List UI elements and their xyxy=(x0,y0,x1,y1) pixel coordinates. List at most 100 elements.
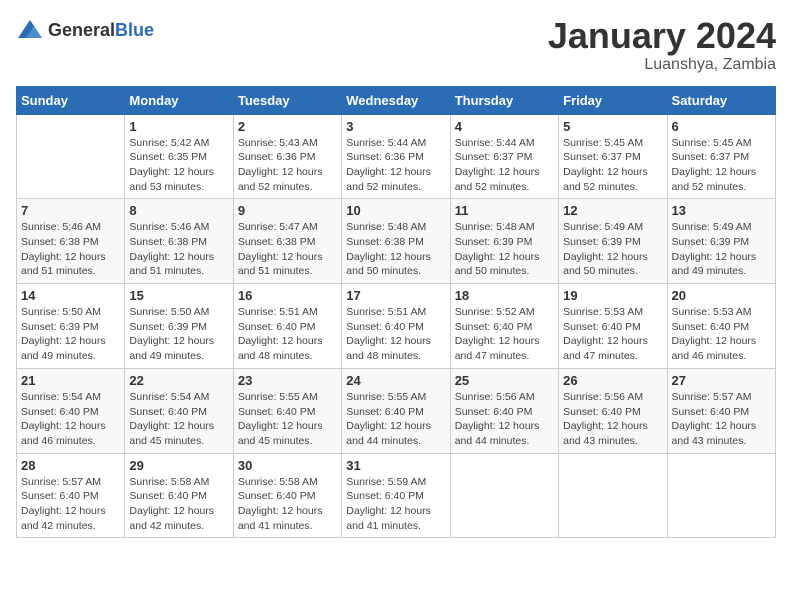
day-info: Sunrise: 5:49 AMSunset: 6:39 PMDaylight:… xyxy=(563,220,662,279)
day-number: 8 xyxy=(129,203,228,218)
day-info: Sunrise: 5:57 AMSunset: 6:40 PMDaylight:… xyxy=(21,475,120,534)
day-info: Sunrise: 5:45 AMSunset: 6:37 PMDaylight:… xyxy=(672,136,771,195)
day-info: Sunrise: 5:50 AMSunset: 6:39 PMDaylight:… xyxy=(21,305,120,364)
day-number: 11 xyxy=(455,203,554,218)
day-cell: 15 Sunrise: 5:50 AMSunset: 6:39 PMDayligh… xyxy=(125,284,233,369)
column-header-tuesday: Tuesday xyxy=(233,86,341,114)
day-cell: 1 Sunrise: 5:42 AMSunset: 6:35 PMDaylight… xyxy=(125,114,233,199)
day-number: 1 xyxy=(129,119,228,134)
day-info: Sunrise: 5:44 AMSunset: 6:36 PMDaylight:… xyxy=(346,136,445,195)
week-row-2: 7Sunrise: 5:46 AMSunset: 6:38 PMDaylight… xyxy=(17,199,776,284)
day-number: 18 xyxy=(455,288,554,303)
calendar-subtitle: Luanshya, Zambia xyxy=(548,56,776,74)
day-info: Sunrise: 5:42 AMSunset: 6:35 PMDaylight:… xyxy=(129,136,228,195)
week-row-5: 28Sunrise: 5:57 AMSunset: 6:40 PMDayligh… xyxy=(17,453,776,538)
logo: GeneralBlue xyxy=(16,16,154,44)
page-header: GeneralBlue January 2024 Luanshya, Zambi… xyxy=(16,16,776,74)
day-cell: 27Sunrise: 5:57 AMSunset: 6:40 PMDayligh… xyxy=(667,368,775,453)
day-info: Sunrise: 5:46 AMSunset: 6:38 PMDaylight:… xyxy=(21,220,120,279)
day-number: 12 xyxy=(563,203,662,218)
day-number: 14 xyxy=(21,288,120,303)
day-number: 5 xyxy=(563,119,662,134)
day-cell xyxy=(450,453,558,538)
calendar-table: SundayMondayTuesdayWednesdayThursdayFrid… xyxy=(16,86,776,539)
day-info: Sunrise: 5:51 AMSunset: 6:40 PMDaylight:… xyxy=(346,305,445,364)
day-number: 19 xyxy=(563,288,662,303)
day-info: Sunrise: 5:58 AMSunset: 6:40 PMDaylight:… xyxy=(238,475,337,534)
day-cell: 17 Sunrise: 5:51 AMSunset: 6:40 PMDayligh… xyxy=(342,284,450,369)
day-number: 23 xyxy=(238,373,337,388)
day-info: Sunrise: 5:50 AMSunset: 6:39 PMDaylight:… xyxy=(129,305,228,364)
day-number: 25 xyxy=(455,373,554,388)
day-info: Sunrise: 5:54 AMSunset: 6:40 PMDaylight:… xyxy=(129,390,228,449)
day-info: Sunrise: 5:53 AMSunset: 6:40 PMDaylight:… xyxy=(563,305,662,364)
week-row-1: 1 Sunrise: 5:42 AMSunset: 6:35 PMDaylight… xyxy=(17,114,776,199)
day-info: Sunrise: 5:52 AMSunset: 6:40 PMDaylight:… xyxy=(455,305,554,364)
day-cell: 4Sunrise: 5:44 AMSunset: 6:37 PMDaylight… xyxy=(450,114,558,199)
day-number: 13 xyxy=(672,203,771,218)
day-info: Sunrise: 5:51 AMSunset: 6:40 PMDaylight:… xyxy=(238,305,337,364)
day-cell: 26 Sunrise: 5:56 AMSunset: 6:40 PMDayligh… xyxy=(559,368,667,453)
day-cell: 20 Sunrise: 5:53 AMSunset: 6:40 PMDayligh… xyxy=(667,284,775,369)
day-info: Sunrise: 5:43 AMSunset: 6:36 PMDaylight:… xyxy=(238,136,337,195)
day-cell: 30 Sunrise: 5:58 AMSunset: 6:40 PMDayligh… xyxy=(233,453,341,538)
day-cell: 13 Sunrise: 5:49 AMSunset: 6:39 PMDayligh… xyxy=(667,199,775,284)
day-info: Sunrise: 5:46 AMSunset: 6:38 PMDaylight:… xyxy=(129,220,228,279)
title-block: January 2024 Luanshya, Zambia xyxy=(548,16,776,74)
day-info: Sunrise: 5:55 AMSunset: 6:40 PMDaylight:… xyxy=(238,390,337,449)
day-cell xyxy=(17,114,125,199)
day-cell xyxy=(559,453,667,538)
day-cell: 5Sunrise: 5:45 AMSunset: 6:37 PMDaylight… xyxy=(559,114,667,199)
day-cell: 24Sunrise: 5:55 AMSunset: 6:40 PMDayligh… xyxy=(342,368,450,453)
day-info: Sunrise: 5:56 AMSunset: 6:40 PMDaylight:… xyxy=(563,390,662,449)
day-cell xyxy=(667,453,775,538)
day-cell: 14 Sunrise: 5:50 AMSunset: 6:39 PMDayligh… xyxy=(17,284,125,369)
week-row-3: 14 Sunrise: 5:50 AMSunset: 6:39 PMDayligh… xyxy=(17,284,776,369)
header-row: SundayMondayTuesdayWednesdayThursdayFrid… xyxy=(17,86,776,114)
day-number: 29 xyxy=(129,458,228,473)
day-info: Sunrise: 5:59 AMSunset: 6:40 PMDaylight:… xyxy=(346,475,445,534)
day-number: 10 xyxy=(346,203,445,218)
day-cell: 2Sunrise: 5:43 AMSunset: 6:36 PMDaylight… xyxy=(233,114,341,199)
day-cell: 6 Sunrise: 5:45 AMSunset: 6:37 PMDaylight… xyxy=(667,114,775,199)
day-cell: 12 Sunrise: 5:49 AMSunset: 6:39 PMDayligh… xyxy=(559,199,667,284)
day-cell: 31 Sunrise: 5:59 AMSunset: 6:40 PMDayligh… xyxy=(342,453,450,538)
day-number: 26 xyxy=(563,373,662,388)
day-number: 30 xyxy=(238,458,337,473)
day-info: Sunrise: 5:53 AMSunset: 6:40 PMDaylight:… xyxy=(672,305,771,364)
day-cell: 22Sunrise: 5:54 AMSunset: 6:40 PMDayligh… xyxy=(125,368,233,453)
column-header-sunday: Sunday xyxy=(17,86,125,114)
day-number: 17 xyxy=(346,288,445,303)
day-number: 20 xyxy=(672,288,771,303)
day-number: 15 xyxy=(129,288,228,303)
day-number: 16 xyxy=(238,288,337,303)
day-number: 27 xyxy=(672,373,771,388)
day-cell: 19 Sunrise: 5:53 AMSunset: 6:40 PMDayligh… xyxy=(559,284,667,369)
day-cell: 9 Sunrise: 5:47 AMSunset: 6:38 PMDaylight… xyxy=(233,199,341,284)
day-number: 31 xyxy=(346,458,445,473)
day-info: Sunrise: 5:49 AMSunset: 6:39 PMDaylight:… xyxy=(672,220,771,279)
logo-blue: Blue xyxy=(115,20,154,40)
day-number: 9 xyxy=(238,203,337,218)
day-info: Sunrise: 5:54 AMSunset: 6:40 PMDaylight:… xyxy=(21,390,120,449)
column-header-friday: Friday xyxy=(559,86,667,114)
day-info: Sunrise: 5:56 AMSunset: 6:40 PMDaylight:… xyxy=(455,390,554,449)
day-info: Sunrise: 5:47 AMSunset: 6:38 PMDaylight:… xyxy=(238,220,337,279)
day-number: 3 xyxy=(346,119,445,134)
day-cell: 21 Sunrise: 5:54 AMSunset: 6:40 PMDayligh… xyxy=(17,368,125,453)
day-number: 21 xyxy=(21,373,120,388)
day-cell: 16 Sunrise: 5:51 AMSunset: 6:40 PMDayligh… xyxy=(233,284,341,369)
week-row-4: 21 Sunrise: 5:54 AMSunset: 6:40 PMDayligh… xyxy=(17,368,776,453)
day-cell: 18 Sunrise: 5:52 AMSunset: 6:40 PMDayligh… xyxy=(450,284,558,369)
column-header-monday: Monday xyxy=(125,86,233,114)
day-cell: 25 Sunrise: 5:56 AMSunset: 6:40 PMDayligh… xyxy=(450,368,558,453)
day-number: 24 xyxy=(346,373,445,388)
logo-icon xyxy=(16,16,44,44)
calendar-title: January 2024 xyxy=(548,16,776,56)
day-cell: 7Sunrise: 5:46 AMSunset: 6:38 PMDaylight… xyxy=(17,199,125,284)
day-cell: 3 Sunrise: 5:44 AMSunset: 6:36 PMDaylight… xyxy=(342,114,450,199)
column-header-wednesday: Wednesday xyxy=(342,86,450,114)
logo-general: General xyxy=(48,20,115,40)
day-number: 6 xyxy=(672,119,771,134)
day-cell: 23 Sunrise: 5:55 AMSunset: 6:40 PMDayligh… xyxy=(233,368,341,453)
